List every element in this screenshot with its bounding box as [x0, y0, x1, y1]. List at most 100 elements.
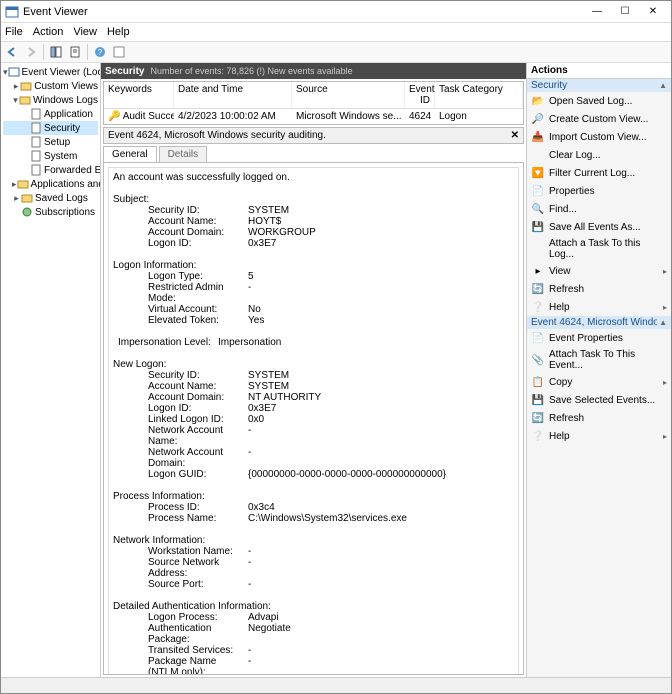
col-keywords[interactable]: Keywords [104, 82, 174, 108]
action-attach-a-task-to-this-log[interactable]: Attach a Task To this Log... [527, 236, 671, 262]
kv-val: WORKGROUP [248, 227, 514, 238]
tree-security[interactable]: Security [3, 121, 98, 135]
kv-row: Package Name (NTLM only):- [113, 656, 514, 675]
menu-view[interactable]: View [73, 26, 97, 38]
minimize-button[interactable]: — [583, 3, 611, 21]
col-task[interactable]: Task Category [435, 82, 523, 108]
toolbar-icon[interactable] [110, 43, 128, 61]
action-clear-log[interactable]: Clear Log... [527, 146, 671, 164]
submenu-icon: ▸ [663, 378, 667, 387]
section-net-info: Network Information: [113, 535, 514, 546]
action-icon: 📄 [531, 184, 545, 198]
action-icon: 📂 [531, 94, 545, 108]
action-filter-current-log[interactable]: 🔽Filter Current Log... [527, 164, 671, 182]
navigation-tree[interactable]: ▾Event Viewer (Local) ▸Custom Views ▾Win… [1, 63, 101, 677]
forward-button[interactable] [22, 43, 40, 61]
action-create-custom-view[interactable]: 🔎Create Custom View... [527, 110, 671, 128]
action-event-properties[interactable]: 📄Event Properties [527, 329, 671, 347]
intro-text: An account was successfully logged on. [113, 172, 514, 183]
kv-val: - [248, 546, 514, 557]
section-logon-info: Logon Information: [113, 260, 514, 271]
action-properties[interactable]: 📄Properties [527, 182, 671, 200]
back-button[interactable] [3, 43, 21, 61]
properties-button[interactable] [66, 43, 84, 61]
tree-label: System [44, 151, 77, 162]
tree-label: Application [44, 109, 93, 120]
kv-row: Logon Process:Advapi [113, 612, 514, 623]
kv-key: Virtual Account: [113, 304, 248, 315]
grid-row[interactable]: 🔑 Audit Success 4/2/2023 10:00:02 AM Mic… [104, 109, 523, 124]
action-icon: 🔄 [531, 411, 545, 425]
kv-row: Account Domain:NT AUTHORITY [113, 392, 514, 403]
tree-system[interactable]: System [3, 149, 98, 163]
actions-pane: Actions Security▲ 📂Open Saved Log...🔎Cre… [527, 63, 671, 677]
tree-app-services[interactable]: ▸Applications and Services Lo [3, 177, 98, 191]
action-attach-task-to-this-event[interactable]: 📎Attach Task To This Event... [527, 347, 671, 373]
actions-group-event[interactable]: Event 4624, Microsoft Windows security a… [527, 316, 671, 329]
tree-application[interactable]: Application [3, 107, 98, 121]
kv-val: - [248, 447, 514, 469]
kv-row: Elevated Token:Yes [113, 315, 514, 326]
action-open-saved-log[interactable]: 📂Open Saved Log... [527, 92, 671, 110]
window-title: Event Viewer [23, 6, 583, 18]
tab-general[interactable]: General [103, 146, 157, 162]
kv-key: Logon ID: [113, 403, 248, 414]
titlebar: Event Viewer — ☐ ✕ [1, 1, 671, 23]
tree-subscriptions[interactable]: Subscriptions [3, 205, 98, 219]
show-tree-button[interactable] [47, 43, 65, 61]
detail-body[interactable]: An account was successfully logged on. S… [103, 162, 524, 675]
group-label: Event 4624, Microsoft Windows security a… [531, 317, 657, 328]
action-find[interactable]: 🔍Find... [527, 200, 671, 218]
close-detail-button[interactable]: ✕ [511, 130, 519, 141]
action-copy[interactable]: 📋Copy▸ [527, 373, 671, 391]
kv-row: Virtual Account:No [113, 304, 514, 315]
action-save-all-events-as[interactable]: 💾Save All Events As... [527, 218, 671, 236]
kv-key: Account Domain: [113, 392, 248, 403]
tree-setup[interactable]: Setup [3, 135, 98, 149]
action-help[interactable]: ❔Help▸ [527, 427, 671, 445]
action-refresh[interactable]: 🔄Refresh [527, 280, 671, 298]
col-datetime[interactable]: Date and Time [174, 82, 292, 108]
kv-key: Source Port: [113, 579, 248, 590]
action-icon: 📎 [531, 353, 545, 367]
tree-custom-views[interactable]: ▸Custom Views [3, 79, 98, 93]
col-eventid[interactable]: Event ID [405, 82, 435, 108]
tab-details[interactable]: Details [159, 146, 208, 162]
action-view[interactable]: ▸View▸ [527, 262, 671, 280]
maximize-button[interactable]: ☐ [611, 3, 639, 21]
actions-group-security[interactable]: Security▲ [527, 79, 671, 92]
menu-file[interactable]: File [5, 26, 23, 38]
action-label: View [549, 266, 659, 277]
main-area: ▾Event Viewer (Local) ▸Custom Views ▾Win… [1, 63, 671, 677]
menu-help[interactable]: Help [107, 26, 130, 38]
tree-root[interactable]: ▾Event Viewer (Local) [3, 65, 98, 79]
kv-val: SYSTEM [248, 381, 514, 392]
menu-action[interactable]: Action [33, 26, 64, 38]
action-save-selected-events[interactable]: 💾Save Selected Events... [527, 391, 671, 409]
kv-row: Authentication Package:Negotiate [113, 623, 514, 645]
action-help[interactable]: ❔Help▸ [527, 298, 671, 316]
collapse-icon[interactable]: ▲ [659, 81, 667, 90]
kv-row: Account Name:HOYT$ [113, 216, 514, 227]
grid-header[interactable]: Keywords Date and Time Source Event ID T… [104, 82, 523, 109]
action-label: Create Custom View... [549, 114, 667, 125]
kv-row: Workstation Name:- [113, 546, 514, 557]
tree-saved-logs[interactable]: ▸Saved Logs [3, 191, 98, 205]
kv-key: Logon Type: [113, 271, 248, 282]
col-source[interactable]: Source [292, 82, 405, 108]
close-button[interactable]: ✕ [639, 3, 667, 21]
action-icon: ❔ [531, 300, 545, 314]
event-title-text: Event 4624, Microsoft Windows security a… [108, 130, 326, 141]
kv-val: No [248, 304, 514, 315]
kv-val: SYSTEM [248, 205, 514, 216]
event-grid[interactable]: Keywords Date and Time Source Event ID T… [103, 81, 524, 125]
collapse-icon[interactable]: ▲ [659, 318, 667, 327]
action-import-custom-view[interactable]: 📥Import Custom View... [527, 128, 671, 146]
tree-forwarded[interactable]: Forwarded Events [3, 163, 98, 177]
tree-windows-logs[interactable]: ▾Windows Logs [3, 93, 98, 107]
tree-label: Saved Logs [35, 193, 88, 204]
help-button[interactable]: ? [91, 43, 109, 61]
action-refresh[interactable]: 🔄Refresh [527, 409, 671, 427]
kv-val: - [248, 282, 514, 304]
action-icon [531, 148, 545, 162]
